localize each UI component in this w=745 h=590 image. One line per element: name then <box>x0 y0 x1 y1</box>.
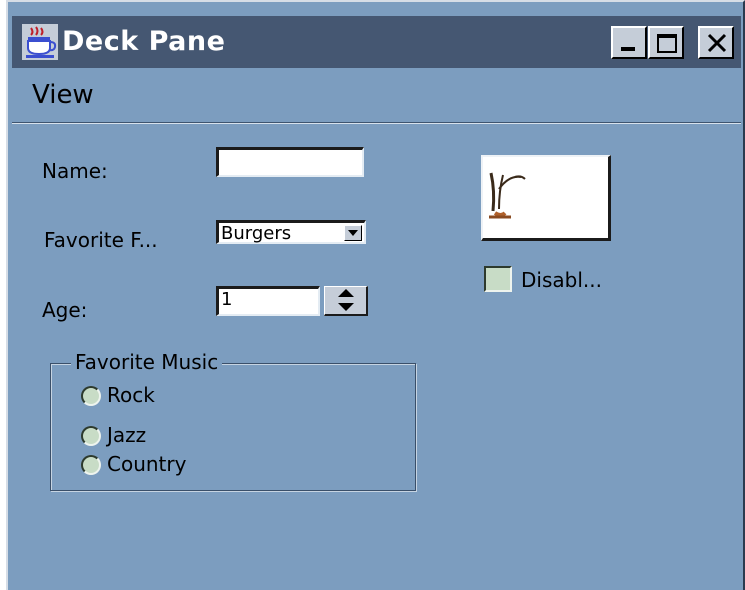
close-button[interactable] <box>698 26 734 59</box>
spin-up-icon[interactable] <box>325 287 366 301</box>
title-bar[interactable]: Deck Pane <box>12 16 741 68</box>
favorite-music-group: Favorite Music Rock Jazz Country <box>50 350 416 491</box>
disable-checkbox[interactable] <box>484 266 512 292</box>
name-label: Name: <box>42 159 108 183</box>
favorite-food-combo[interactable]: Burgers <box>216 220 366 244</box>
radio-button-icon[interactable] <box>81 426 101 446</box>
radio-button-icon[interactable] <box>81 455 101 475</box>
age-input[interactable]: 1 <box>216 286 320 316</box>
favorite-food-label: Favorite F... <box>44 228 158 252</box>
spin-down-icon[interactable] <box>325 301 366 315</box>
favorite-music-title: Favorite Music <box>71 350 223 374</box>
radio-jazz-label: Jazz <box>107 423 147 447</box>
radio-button-icon[interactable] <box>81 386 101 406</box>
maximize-button[interactable] <box>648 26 684 59</box>
menu-separator <box>12 122 741 124</box>
disable-checkbox-label: Disabl... <box>521 268 602 292</box>
plant-sketch-icon <box>489 172 526 219</box>
window-title: Deck Pane <box>62 26 226 57</box>
menu-view[interactable]: View <box>32 80 94 110</box>
close-icon <box>707 33 727 53</box>
favorite-food-selected: Burgers <box>221 223 292 244</box>
deck-pane-window: Deck Pane View Name: Favorite F... Burge… <box>6 0 745 590</box>
minimize-button[interactable] <box>611 26 647 59</box>
age-label: Age: <box>42 298 88 322</box>
age-stepper[interactable] <box>324 286 368 316</box>
name-input[interactable] <box>216 147 364 177</box>
java-coffee-cup-icon <box>22 24 58 60</box>
radio-rock-label: Rock <box>107 383 155 407</box>
menu-bar: View <box>12 74 741 120</box>
image-button[interactable] <box>481 155 611 241</box>
chevron-down-icon[interactable] <box>344 225 362 241</box>
radio-country-label: Country <box>107 452 187 476</box>
